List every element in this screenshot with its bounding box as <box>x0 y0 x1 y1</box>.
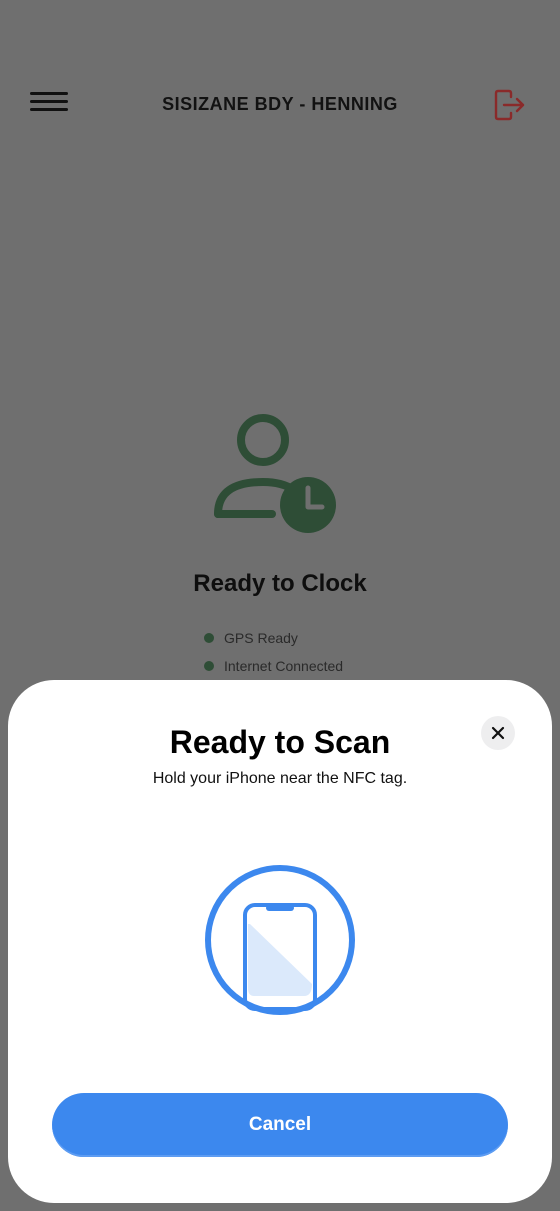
status-label: Internet Connected <box>224 658 344 674</box>
header: SISIZANE BDY - HENNING <box>0 70 560 136</box>
sheet-subtitle: Hold your iPhone near the NFC tag. <box>152 770 408 787</box>
cancel-button[interactable]: Cancel <box>52 1093 508 1157</box>
status-item-gps: GPS Ready <box>204 624 343 652</box>
logout-icon[interactable] <box>492 88 526 122</box>
nfc-scan-sheet: Ready to Scan Hold your iPhone near the … <box>8 680 552 1203</box>
status-dot <box>204 661 214 671</box>
status-dot <box>204 633 214 643</box>
ready-to-clock-title: Ready to Clock <box>193 570 367 597</box>
sheet-title: Ready to Scan <box>169 724 391 760</box>
page-title: SISIZANE BDY - HENNING <box>162 94 398 114</box>
phone-scan-icon <box>204 864 356 1016</box>
status-label: GPS Ready <box>224 630 298 646</box>
user-clock-icon <box>210 410 342 540</box>
status-item-internet: Internet Connected <box>204 652 343 680</box>
status-list: GPS Ready Internet Connected <box>204 624 343 680</box>
